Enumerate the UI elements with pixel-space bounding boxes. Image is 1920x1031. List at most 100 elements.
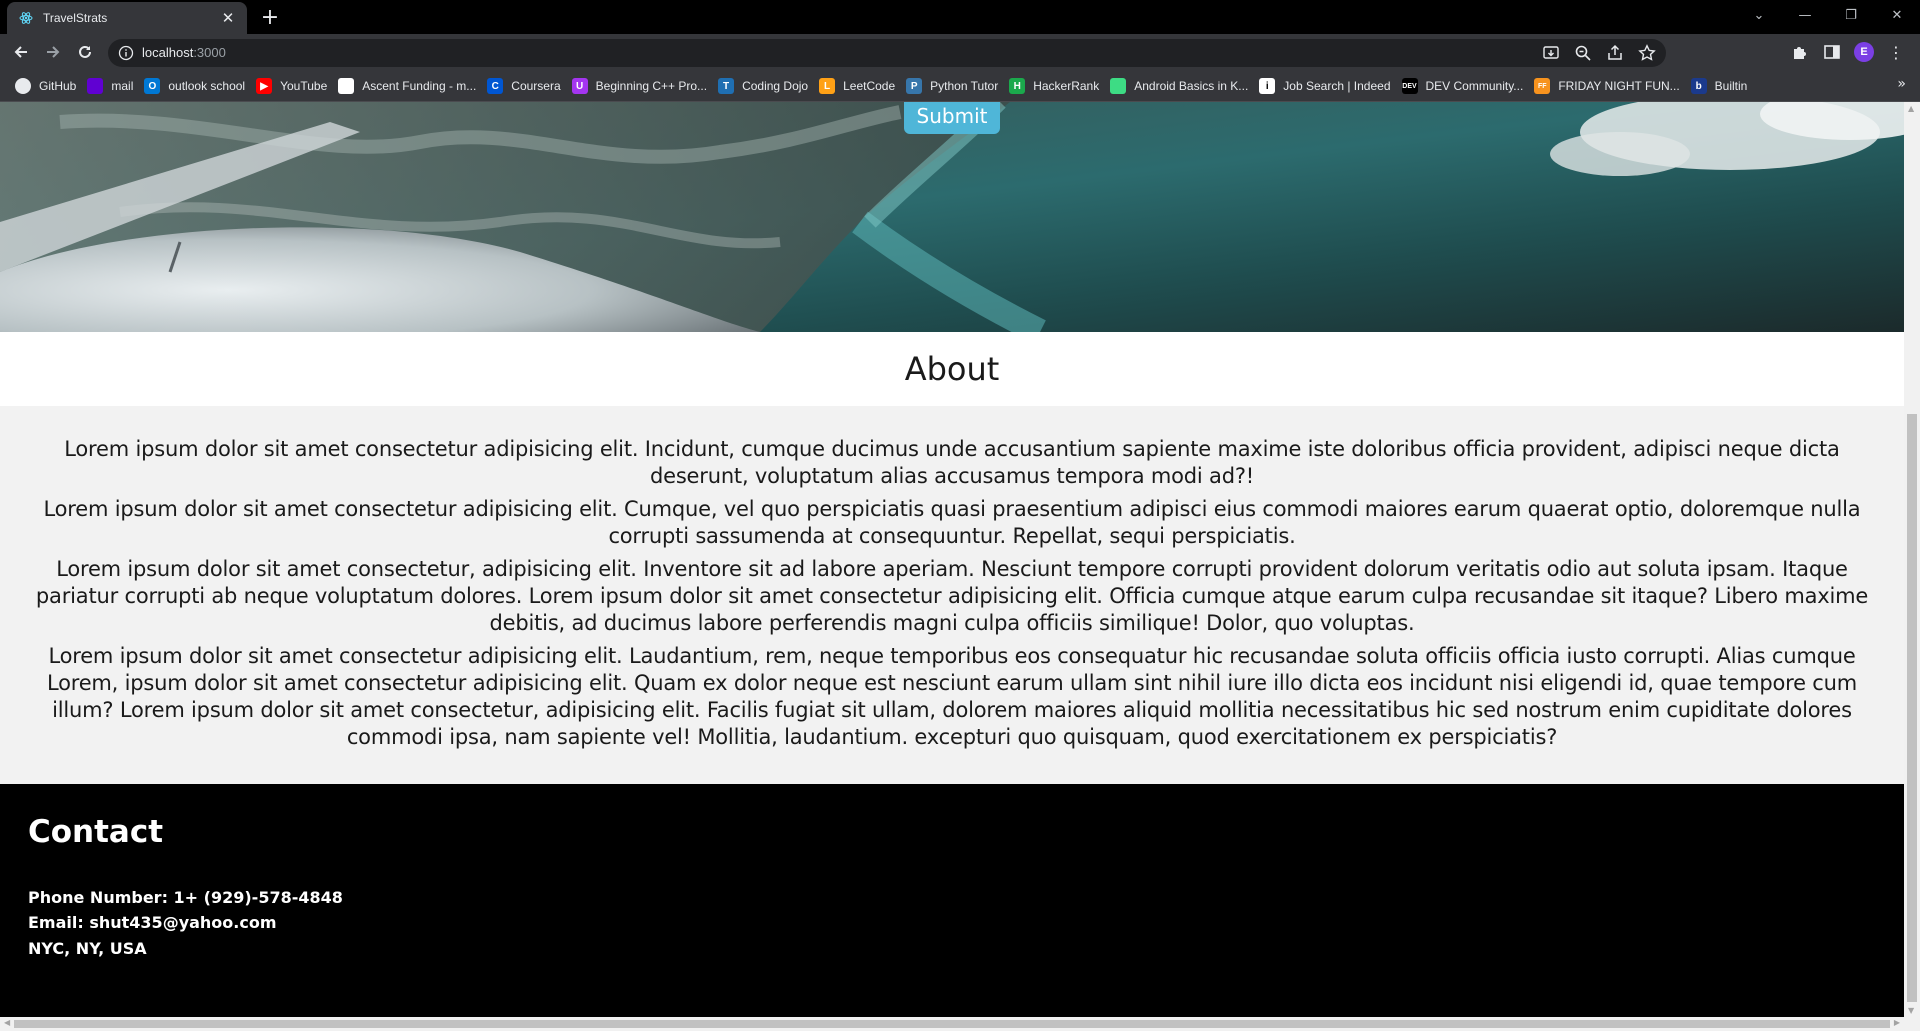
new-tab-icon[interactable]: + bbox=[258, 6, 282, 30]
reload-icon[interactable] bbox=[72, 39, 98, 65]
bookmark-label: HackerRank bbox=[1033, 79, 1100, 93]
scroll-up-icon[interactable]: ▲ bbox=[1908, 104, 1914, 113]
dev-icon: DEV bbox=[1401, 78, 1418, 94]
bookmark-item[interactable]: FF FRIDAY NIGHT FUN... bbox=[1531, 74, 1687, 98]
browser-toolbar: localhost:3000 E ⋮ bbox=[0, 34, 1920, 70]
contact-location: NYC, NY, USA bbox=[28, 939, 147, 958]
share-icon[interactable] bbox=[1606, 44, 1624, 62]
android-icon bbox=[1110, 78, 1127, 94]
bookmark-item[interactable]: ▶ YouTube bbox=[253, 74, 335, 98]
about-section: Lorem ipsum dolor sit amet consectetur a… bbox=[0, 406, 1904, 784]
aerial-view-illustration bbox=[0, 102, 1904, 332]
bookmark-item[interactable]: DEV DEV Community... bbox=[1399, 74, 1532, 98]
bookmark-label: Coding Dojo bbox=[742, 79, 809, 93]
bookmark-item[interactable]: U Beginning C++ Pro... bbox=[569, 74, 715, 98]
bookmark-label: Ascent Funding - m... bbox=[362, 79, 477, 93]
fnf-icon: FF bbox=[1534, 78, 1551, 94]
side-panel-icon[interactable] bbox=[1822, 42, 1842, 62]
bookmark-item[interactable]: Ascent Funding - m... bbox=[335, 74, 484, 98]
install-app-icon[interactable] bbox=[1542, 44, 1560, 62]
contact-section: Contact Phone Number: 1+ (929)-578-4848 … bbox=[0, 784, 1904, 1017]
bookmark-item[interactable]: T Coding Dojo bbox=[715, 74, 816, 98]
contact-phone: Phone Number: 1+ (929)-578-4848 bbox=[28, 888, 343, 907]
bookmark-item[interactable]: b Builtin bbox=[1688, 74, 1756, 98]
page-viewport: Submit About Lorem ipsum dolor sit amet … bbox=[0, 102, 1904, 1017]
bookmark-item[interactable]: Android Basics in K... bbox=[1107, 74, 1256, 98]
bookmark-label: Python Tutor bbox=[930, 79, 999, 93]
bookmark-item[interactable]: mail bbox=[84, 74, 141, 98]
bookmark-item[interactable]: L LeetCode bbox=[816, 74, 903, 98]
react-favicon-icon bbox=[19, 11, 33, 25]
profile-avatar[interactable]: E bbox=[1854, 42, 1874, 62]
omnibox-actions bbox=[1542, 44, 1656, 62]
contact-email: Email: shut435@yahoo.com bbox=[28, 913, 277, 932]
about-header: About bbox=[0, 332, 1904, 406]
about-paragraph: Lorem ipsum dolor sit amet consectetur a… bbox=[46, 644, 1858, 749]
codingdojo-icon: T bbox=[718, 78, 735, 94]
bookmark-item[interactable]: GitHub bbox=[12, 74, 84, 98]
tab-search-icon[interactable]: ⌄ bbox=[1736, 0, 1782, 30]
about-title: About bbox=[904, 350, 1000, 388]
window-controls: ⌄ — ❐ ✕ bbox=[1736, 0, 1920, 30]
address-bar[interactable]: localhost:3000 bbox=[108, 39, 1666, 67]
contact-title: Contact bbox=[28, 814, 164, 850]
hero-aerial-image: Submit bbox=[0, 102, 1904, 332]
back-icon[interactable] bbox=[8, 39, 34, 65]
bookmarks-bar: GitHub mail Ooutlook school ▶ YouTube Ascent … bbox=[0, 70, 1920, 102]
bookmark-item[interactable]: P Python Tutor bbox=[903, 74, 1006, 98]
bookmark-label: Coursera bbox=[511, 79, 561, 93]
about-paragraph: Lorem ipsum dolor sit amet consectetur a… bbox=[43, 497, 1861, 548]
extensions-puzzle-icon[interactable] bbox=[1790, 42, 1810, 62]
scroll-down-icon[interactable]: ▼ bbox=[1908, 1006, 1914, 1015]
restore-icon[interactable]: ❐ bbox=[1828, 0, 1874, 30]
udemy-icon: U bbox=[571, 78, 588, 94]
url-text: localhost:3000 bbox=[142, 45, 226, 60]
youtube-icon: ▶ bbox=[256, 78, 273, 94]
submit-button[interactable]: Submit bbox=[904, 102, 1000, 134]
leetcode-icon: L bbox=[819, 78, 836, 94]
bookmark-star-icon[interactable] bbox=[1638, 44, 1656, 62]
bookmark-label: DEV Community... bbox=[1425, 79, 1524, 93]
tab-travelstrats[interactable]: TravelStrats ✕ bbox=[7, 2, 247, 34]
mail-icon bbox=[87, 78, 104, 94]
vertical-scrollbar[interactable]: ▲ ▼ bbox=[1904, 102, 1920, 1017]
python-icon: P bbox=[906, 78, 923, 94]
bookmark-label: mail bbox=[111, 79, 134, 93]
vertical-scroll-thumb[interactable] bbox=[1907, 414, 1917, 1002]
bookmark-label: FRIDAY NIGHT FUN... bbox=[1558, 79, 1680, 93]
bookmark-item[interactable]: Ooutlook school bbox=[141, 74, 253, 98]
url-port: :3000 bbox=[193, 45, 226, 60]
builtin-icon: b bbox=[1690, 78, 1707, 94]
bookmark-label: outlook school bbox=[168, 79, 246, 93]
bookmark-label: LeetCode bbox=[843, 79, 896, 93]
github-icon bbox=[15, 78, 31, 94]
close-tab-icon[interactable]: ✕ bbox=[217, 7, 239, 29]
url-host: localhost bbox=[142, 45, 194, 60]
bookmark-label: Job Search | Indeed bbox=[1283, 79, 1391, 93]
bookmark-label: Android Basics in K... bbox=[1134, 79, 1249, 93]
horizontal-scrollbar[interactable]: ◀ ▶ bbox=[0, 1017, 1920, 1031]
hackerrank-icon: H bbox=[1009, 78, 1026, 94]
bookmark-label: GitHub bbox=[39, 79, 77, 93]
coursera-icon: C bbox=[487, 78, 504, 94]
bookmark-item[interactable]: H HackerRank bbox=[1006, 74, 1107, 98]
minimize-icon[interactable]: — bbox=[1782, 0, 1828, 30]
bookmark-label: Builtin bbox=[1714, 79, 1748, 93]
horizontal-scroll-thumb[interactable] bbox=[14, 1020, 1890, 1028]
close-window-icon[interactable]: ✕ bbox=[1874, 0, 1920, 30]
bookmark-item[interactable]: i Job Search | Indeed bbox=[1256, 74, 1398, 98]
bookmark-list: GitHub mail Ooutlook school ▶ YouTube Ascent … bbox=[12, 70, 1755, 102]
bookmarks-overflow-icon[interactable]: » bbox=[1897, 76, 1906, 92]
scroll-right-icon[interactable]: ▶ bbox=[1894, 1018, 1900, 1027]
ascent-icon bbox=[338, 78, 355, 94]
about-paragraph: Lorem ipsum dolor sit amet consectetur, … bbox=[35, 557, 1869, 635]
site-info-icon[interactable] bbox=[118, 45, 134, 61]
bookmark-item[interactable]: C Coursera bbox=[484, 74, 568, 98]
scroll-left-icon[interactable]: ◀ bbox=[4, 1018, 10, 1027]
menu-kebab-icon[interactable]: ⋮ bbox=[1886, 42, 1906, 62]
about-paragraph: Lorem ipsum dolor sit amet consectetur a… bbox=[64, 437, 1840, 488]
forward-icon[interactable] bbox=[40, 39, 66, 65]
zoom-icon[interactable] bbox=[1574, 44, 1592, 62]
bookmark-label: Beginning C++ Pro... bbox=[595, 79, 708, 93]
tab-strip: TravelStrats ✕ + ⌄ — ❐ ✕ bbox=[0, 0, 1920, 34]
